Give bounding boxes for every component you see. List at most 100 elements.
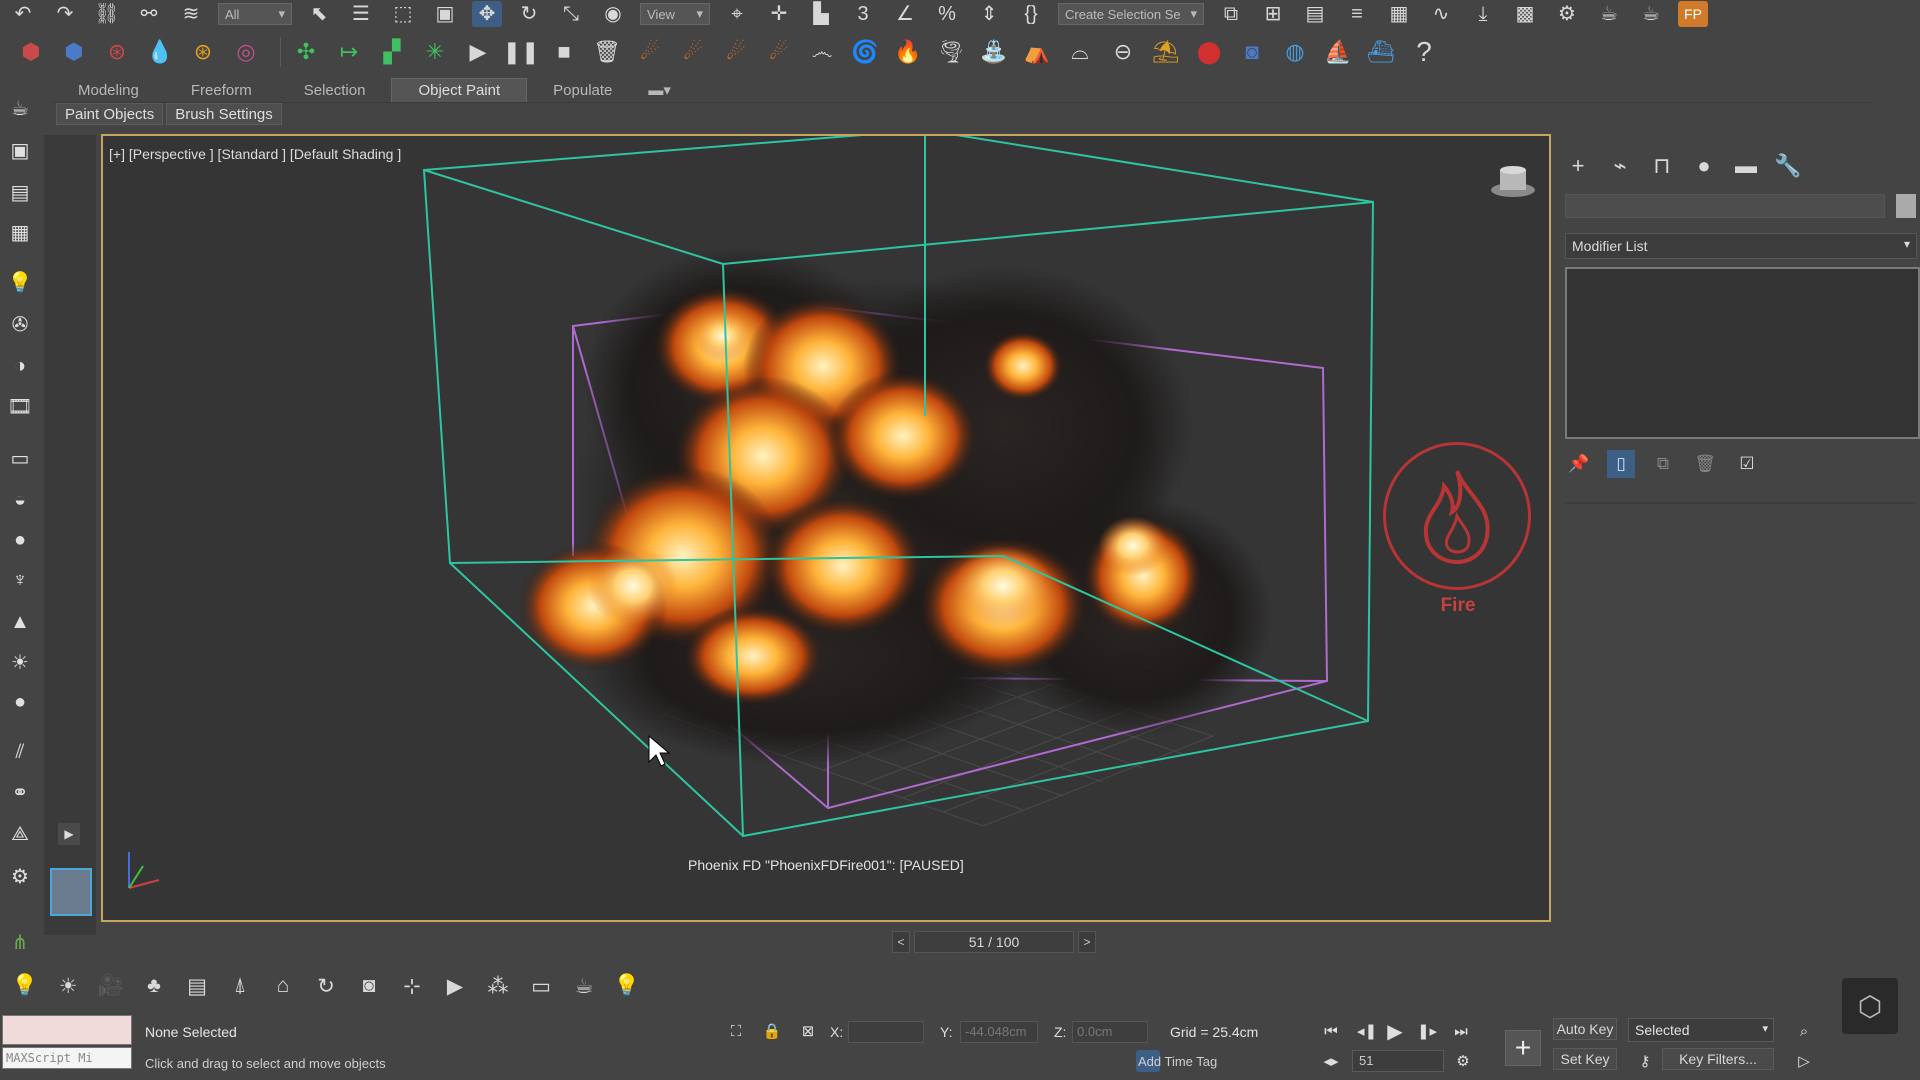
snap-icon[interactable]: ✛ [764,1,794,27]
liquid-source-icon[interactable]: 💧 [143,35,177,69]
fire-preset-4-icon[interactable]: ☄ [762,35,796,69]
move-icon[interactable]: ✥ [472,1,502,27]
object-name-field[interactable] [1565,194,1885,218]
liquid-preset-2-icon[interactable]: ⛺ [1020,35,1054,69]
key-mode-icon[interactable]: ◂▸ [1320,1050,1342,1072]
orbit-icon[interactable]: ▷ [1793,1050,1815,1072]
go-to-end-icon[interactable]: ⏭ [1450,1020,1472,1042]
play-icon[interactable]: ▶ [1384,1020,1406,1043]
configure-sets-icon[interactable]: ☑ [1733,450,1761,478]
particle-flow-icon[interactable]: ⊛ [186,35,220,69]
light-icon[interactable]: 💡 [6,268,34,296]
help-icon[interactable]: ? [1407,35,1441,69]
key-selection-dropdown[interactable]: Selected ▾ [1628,1018,1774,1042]
particle-shader-icon[interactable]: ◎ [229,35,263,69]
time-slider-thumb[interactable]: 51 / 100 [914,931,1074,953]
render-frame-icon[interactable]: ☕ [1594,1,1624,27]
fire-source-icon[interactable]: ⊛ [100,35,134,69]
fire-preset-1-icon[interactable]: ☄ [633,35,667,69]
bulb-icon[interactable]: 💡 [612,971,642,1001]
phoenix-fd-icon[interactable]: FP [1678,1,1708,27]
select-place-icon[interactable]: ◉ [598,1,628,27]
motion-icon[interactable]: ● [1689,152,1719,180]
fire-smoke-sim-icon[interactable]: ⬢ [14,35,48,69]
add-time-tag[interactable]: Add Time Tag [1138,1054,1217,1069]
grass-icon[interactable]: ⋔ [6,928,34,956]
x-coordinate-field[interactable] [848,1021,924,1043]
frame-icon[interactable]: ▶ [440,971,470,1001]
layers-icon[interactable]: ≡ [1342,1,1372,27]
lock-icon[interactable]: 🔒 [761,1020,783,1042]
reference-coord-dropdown[interactable]: View ▾ [640,3,710,25]
active-viewport-swatch[interactable] [50,868,92,916]
rect-region-icon[interactable]: ⬚ [388,1,418,27]
foam-icon[interactable]: ↦ [332,35,366,69]
grid-mesh-icon[interactable]: ⟁ [6,820,34,848]
select-icon[interactable]: ⬉ [304,1,334,27]
rotate-icon[interactable]: ↻ [514,1,544,27]
y-coordinate-field[interactable]: -44.048cm [960,1021,1038,1043]
set-key-button[interactable]: Set Key [1553,1048,1617,1070]
expand-arrow-icon[interactable]: ▶ [58,823,80,845]
viewport-label[interactable]: [+] [Perspective ] [Standard ] [Default … [109,146,401,162]
unlink-icon[interactable]: ⚯ [134,1,164,27]
rotate-obj-icon[interactable]: ↻ [311,971,341,1001]
perspective-viewport[interactable]: [+] [Perspective ] [Standard ] [Default … [101,134,1551,922]
key-filters-button[interactable]: Key Filters... [1662,1048,1774,1070]
keyboard-shortcut-icon[interactable]: ▙ [806,1,836,27]
vortex-icon[interactable]: 🌀 [848,35,882,69]
percent-snap-icon[interactable]: % [932,1,962,27]
explosion-icon[interactable]: ◙ [1235,35,1269,69]
ink-icon[interactable]: ⬤ [1192,35,1226,69]
window-crossing-icon[interactable]: ▣ [430,1,460,27]
sun-icon[interactable]: ☀ [53,971,83,1001]
spinner-snap-icon[interactable]: ⇕ [974,1,1004,27]
wave-icon[interactable]: ⊖ [1106,35,1140,69]
modifier-stack[interactable] [1565,267,1920,439]
pour-icon[interactable]: ⛴ [1364,35,1398,69]
plant-icon[interactable]: ♆ [6,566,34,594]
teapot-icon[interactable]: ☕ [569,971,599,1001]
align-icon[interactable]: ⊹ [397,971,427,1001]
teapot-icon[interactable]: ☕ [6,94,34,122]
snap-3d-icon[interactable]: 3 [848,1,878,27]
z-coordinate-field[interactable]: 0.0cm [1072,1021,1148,1043]
door-icon[interactable]: ⌂ [268,971,298,1001]
ball-icon[interactable]: ● [6,688,34,716]
list-icon[interactable]: ▤ [182,971,212,1001]
scene-explorer-icon[interactable]: ▣ [6,136,34,164]
modifier-list-dropdown[interactable]: Modifier List ▾ [1565,233,1917,259]
light-icon[interactable]: 💡 [10,971,40,1001]
subtab-brush-settings[interactable]: Brush Settings [166,103,282,125]
bind-spacewarp-icon[interactable]: ≋ [176,1,206,27]
plane-icon[interactable]: ▭ [6,444,34,472]
film-icon[interactable]: 🎞 [6,392,34,420]
ribbon-toggle-icon[interactable]: ▦ [1384,1,1414,27]
time-config-icon[interactable]: ⚙ [1452,1050,1474,1072]
render-setup-icon[interactable]: ⚙ [1552,1,1582,27]
auto-key-button[interactable]: Auto Key [1553,1018,1617,1040]
selection-set-dropdown[interactable]: Create Selection Se ▾ [1058,3,1204,25]
selection-filter-dropdown[interactable]: All ▾ [218,3,292,25]
dome-icon[interactable]: ◒ [6,486,34,514]
candle-icon[interactable]: 🔥 [891,35,925,69]
maxscript-output[interactable] [2,1015,132,1045]
angle-snap-icon[interactable]: ∠ [890,1,920,27]
viewport-navigation-icon[interactable]: ⬡ [1842,978,1898,1034]
mirror-icon[interactable]: ⧉ [1216,1,1246,27]
object-color-swatch[interactable] [1896,194,1916,218]
hierarchy-icon[interactable]: ⊓ [1647,152,1677,180]
sun-icon[interactable]: ☀ [6,648,34,676]
render-icon[interactable]: ☕ [1636,1,1666,27]
sphere-icon[interactable]: ● [6,526,34,554]
scale-icon[interactable]: ⤡ [556,1,586,27]
camera-icon[interactable]: ◑ [6,352,34,380]
clear-cache-icon[interactable]: 🗑 [590,35,624,69]
tab-modeling[interactable]: Modeling [52,78,165,102]
set-key-icon[interactable]: + [1505,1030,1541,1066]
tree-icon[interactable]: ♣ [139,971,169,1001]
material-editor-icon[interactable]: ▩ [1510,1,1540,27]
liquid-preset-1-icon[interactable]: ⛲ [977,35,1011,69]
table-icon[interactable]: ▦ [6,218,34,246]
pause-sim-icon[interactable]: ❚❚ [503,35,540,69]
